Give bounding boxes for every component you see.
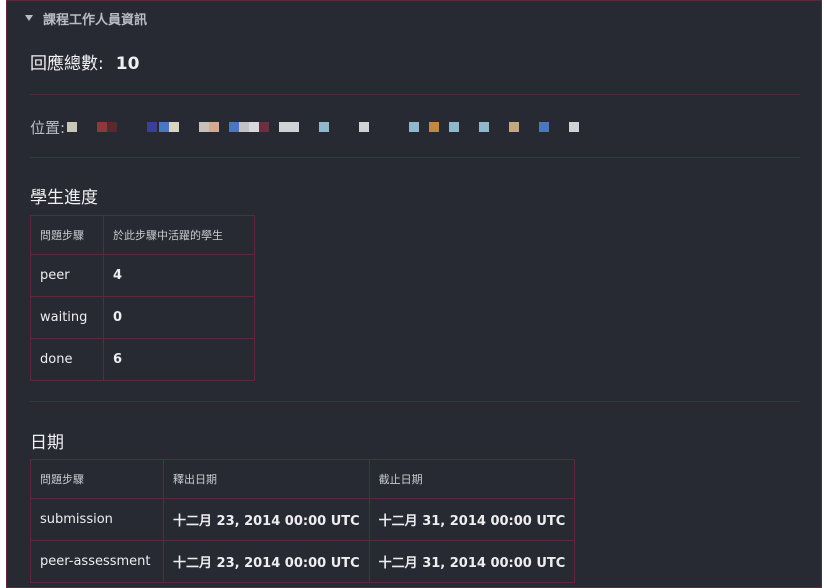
location-pixel: [229, 122, 240, 132]
location-row: 位置:: [30, 115, 627, 139]
step-name: done: [30, 338, 104, 381]
due-date: 十二月 31, 2014 00:00 UTC: [368, 540, 576, 583]
location-pixel: [259, 122, 270, 132]
table-row: waiting 0: [30, 296, 255, 339]
table-row: peer 4: [30, 254, 255, 297]
total-responses-count: 10: [115, 54, 140, 74]
divider: [30, 94, 800, 95]
release-date: 十二月 23, 2014 00:00 UTC: [163, 498, 370, 541]
location-pixel: [169, 122, 180, 132]
location-pixel: [509, 122, 520, 132]
location-pixel: [289, 122, 300, 132]
total-responses-label: 回應總數:: [30, 54, 104, 74]
total-responses: 回應總數: 10: [30, 49, 139, 74]
staff-info-title: 課程工作人員資訊: [43, 12, 148, 28]
location-pixel: [279, 122, 290, 132]
column-header-due-date: 截止日期: [368, 459, 576, 499]
location-pixel: [249, 122, 260, 132]
location-pixel: [97, 122, 108, 132]
location-pixel: [429, 122, 440, 132]
step-name: peer: [30, 254, 104, 297]
location-pixel: [359, 122, 370, 132]
table-header-row: 問題步驟 釋出日期 截止日期: [30, 459, 576, 499]
location-pixel: [107, 122, 118, 132]
location-pixel: [319, 122, 330, 132]
location-pixel: [239, 122, 250, 132]
divider: [30, 157, 800, 158]
release-date: 十二月 23, 2014 00:00 UTC: [163, 540, 370, 583]
column-header-release-date: 釋出日期: [163, 459, 370, 499]
active-count: 6: [103, 338, 255, 381]
column-header-step: 問題步驟: [30, 459, 164, 499]
active-count: 0: [103, 296, 255, 339]
location-pixel: [569, 122, 580, 132]
location-pixel-value: [67, 121, 627, 133]
location-pixel: [147, 122, 158, 132]
location-pixel: [67, 122, 78, 132]
dates-title: 日期: [30, 433, 64, 453]
column-header-active-students: 於此步驟中活躍的學生: [103, 215, 255, 255]
student-progress-title: 學生進度: [30, 188, 98, 208]
dates-table: 問題步驟 釋出日期 截止日期 submission 十二月 23, 2014 0…: [30, 459, 576, 583]
divider: [30, 401, 800, 402]
student-progress-table: 問題步驟 於此步驟中活躍的學生 peer 4 waiting 0 done 6: [30, 215, 255, 381]
table-row: done 6: [30, 338, 255, 381]
location-pixel: [409, 122, 420, 132]
location-pixel: [539, 122, 550, 132]
step-name: waiting: [30, 296, 104, 339]
table-row: peer-assessment 十二月 23, 2014 00:00 UTC 十…: [30, 540, 576, 583]
active-count: 4: [103, 254, 255, 297]
staff-info-toggle[interactable]: 課程工作人員資訊: [25, 7, 147, 29]
caret-down-icon: [25, 15, 33, 21]
table-row: submission 十二月 23, 2014 00:00 UTC 十二月 31…: [30, 498, 576, 541]
table-header-row: 問題步驟 於此步驟中活躍的學生: [30, 215, 255, 255]
step-name: submission: [30, 498, 164, 541]
location-pixel: [449, 122, 460, 132]
due-date: 十二月 31, 2014 00:00 UTC: [368, 498, 576, 541]
location-pixel: [199, 122, 210, 132]
location-pixel: [209, 122, 220, 132]
location-label: 位置:: [30, 118, 66, 137]
step-name: peer-assessment: [30, 540, 164, 583]
staff-info-panel: 課程工作人員資訊 回應總數: 10 位置: 學生進度 問題步驟 於此步驟中活躍的…: [6, 0, 822, 588]
location-pixel: [159, 122, 170, 132]
column-header-step: 問題步驟: [30, 215, 104, 255]
location-pixel: [479, 122, 490, 132]
